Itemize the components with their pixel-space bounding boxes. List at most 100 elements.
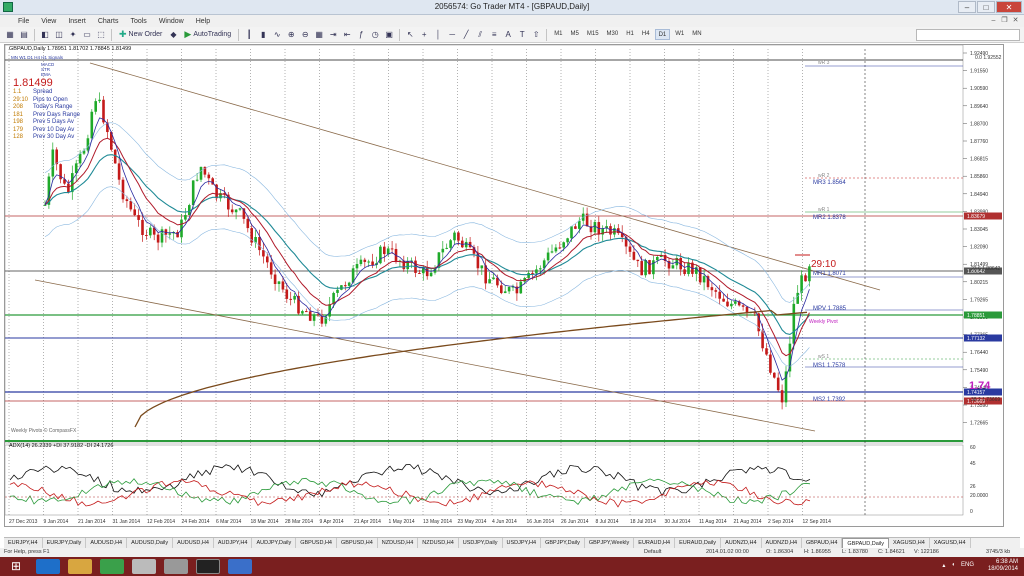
level-weekly-pivot: Weekly Pivot xyxy=(809,319,838,325)
autotrading-button[interactable]: ▶ AutoTrading xyxy=(181,29,234,41)
chart-tab[interactable]: AUDUSD,Daily xyxy=(127,538,174,548)
tf-m1[interactable]: M1 xyxy=(551,29,565,40)
label-tool-icon[interactable]: T xyxy=(516,29,528,41)
chrome-icon[interactable] xyxy=(100,559,124,574)
menu-charts[interactable]: Charts xyxy=(98,18,119,25)
chart-tab[interactable]: AUDNZD,H4 xyxy=(761,538,803,548)
tf-h4[interactable]: H4 xyxy=(639,29,653,40)
templates-icon[interactable]: ▣ xyxy=(383,29,395,41)
chart-window[interactable]: 27 Dec 2013 9 Jan 2014 21 Jan 2014 31 Jan 2… xyxy=(4,44,1004,527)
metaeditor-icon[interactable]: ◆ xyxy=(167,29,179,41)
mdi-minimize-button[interactable]: – xyxy=(989,16,998,25)
auto-scroll-icon[interactable]: ⇥ xyxy=(327,29,339,41)
explorer-icon[interactable] xyxy=(68,559,92,574)
candle-body xyxy=(78,153,82,164)
app-icon[interactable] xyxy=(132,559,156,574)
mdi-close-button[interactable]: ✕ xyxy=(1011,16,1020,25)
candle-body xyxy=(418,272,421,274)
chart-tab[interactable]: XAGUSD,H4 xyxy=(929,538,971,548)
network-icon[interactable]: ▴ xyxy=(942,562,945,569)
crosshair-icon[interactable]: + xyxy=(418,29,430,41)
mdi-restore-button[interactable]: ❐ xyxy=(1000,16,1009,25)
start-button[interactable]: ⊞ xyxy=(4,559,28,574)
tile-windows-icon[interactable]: ▦ xyxy=(313,29,325,41)
profiles-icon[interactable]: ▤ xyxy=(18,29,30,41)
chart-tab[interactable]: NZDUSD,H4 xyxy=(377,538,419,548)
menu-file[interactable]: File xyxy=(18,18,29,25)
chart-tab[interactable]: GBPUSD,H4 xyxy=(337,538,378,548)
chart-tab[interactable]: XAGUSD,H4 xyxy=(889,538,930,548)
minimize-button[interactable]: – xyxy=(958,1,976,13)
chart-tab[interactable]: EURAUD,Daily xyxy=(675,538,722,548)
cursor-icon[interactable]: ↖ xyxy=(404,29,416,41)
chart-tab[interactable]: GBPAUD,H4 xyxy=(802,538,843,548)
volume-icon[interactable]: ◖ xyxy=(951,562,955,569)
clock[interactable]: 6:38 AM 18/09/2014 xyxy=(988,559,1018,573)
line-chart-icon[interactable]: ∿ xyxy=(271,29,283,41)
text-tool-icon[interactable]: A xyxy=(502,29,514,41)
metatrader-icon[interactable] xyxy=(196,559,220,574)
menu-view[interactable]: View xyxy=(41,18,56,25)
zoom-out-icon[interactable]: ⊖ xyxy=(299,29,311,41)
tf-h1[interactable]: H1 xyxy=(623,29,637,40)
tf-m30[interactable]: M30 xyxy=(604,29,622,40)
menu-help[interactable]: Help xyxy=(196,18,210,25)
chart-tab[interactable]: EURAUD,H4 xyxy=(634,538,676,548)
chart-shift-icon[interactable]: ⇤ xyxy=(341,29,353,41)
candle-body xyxy=(273,274,277,284)
chart-tab[interactable]: USDJPY,Daily xyxy=(458,538,503,548)
terminal-icon[interactable]: ▭ xyxy=(81,29,93,41)
bar-chart-icon[interactable]: ┃ xyxy=(243,29,255,41)
menu-insert[interactable]: Insert xyxy=(68,18,86,25)
fibonacci-icon[interactable]: ≡ xyxy=(488,29,500,41)
tf-d1[interactable]: D1 xyxy=(654,29,671,40)
status-profile[interactable]: Default xyxy=(644,549,661,555)
navigator-icon[interactable]: ✦ xyxy=(67,29,79,41)
menu-window[interactable]: Window xyxy=(159,18,184,25)
chart-tab[interactable]: GBPJPY,Weekly xyxy=(584,538,635,548)
language-indicator[interactable]: ENG xyxy=(961,562,974,569)
candle-body xyxy=(531,272,534,274)
app-icon[interactable] xyxy=(164,559,188,574)
chart-tab[interactable]: AUDUSD,H4 xyxy=(173,538,214,548)
zoom-in-icon[interactable]: ⊕ xyxy=(285,29,297,41)
chart-tab[interactable]: USDJPY,H4 xyxy=(502,538,542,548)
search-input[interactable] xyxy=(916,29,1020,41)
ie-icon[interactable] xyxy=(36,559,60,574)
arrows-tool-icon[interactable]: ⇧ xyxy=(530,29,542,41)
chart-tab[interactable]: GBPUSD,H4 xyxy=(296,538,337,548)
market-watch-icon[interactable]: ◧ xyxy=(39,29,51,41)
chart-tab[interactable]: AUDJPY,H4 xyxy=(213,538,253,548)
menu-tools[interactable]: Tools xyxy=(130,18,146,25)
y-tick-label: 1.90590 xyxy=(970,86,988,92)
vertical-line-icon[interactable]: │ xyxy=(432,29,444,41)
tf-w1[interactable]: W1 xyxy=(672,29,687,40)
close-button[interactable]: ✕ xyxy=(996,1,1022,13)
maximize-button[interactable]: □ xyxy=(977,1,995,13)
chart-tab[interactable]: GBPJPY,Daily xyxy=(541,538,585,548)
chart-tab[interactable]: NZDUSD,H4 xyxy=(418,538,459,548)
chart-tab[interactable]: AUDNZD,H4 xyxy=(721,538,762,548)
indicators-icon[interactable]: ƒ xyxy=(355,29,367,41)
tf-m15[interactable]: M15 xyxy=(584,29,602,40)
new-order-button[interactable]: ✚ New Order xyxy=(116,29,165,41)
chart-tab[interactable]: EURJPY,H4 xyxy=(4,538,43,548)
app-icon[interactable] xyxy=(228,559,252,574)
new-chart-icon[interactable]: ▦ xyxy=(4,29,16,41)
candlestick-icon[interactable]: ▮ xyxy=(257,29,269,41)
tf-m5[interactable]: M5 xyxy=(568,29,582,40)
strategy-tester-icon[interactable]: ⬚ xyxy=(95,29,107,41)
chart-tab[interactable]: AUDJPY,Daily xyxy=(252,538,297,548)
candle-body xyxy=(71,173,74,193)
channel-icon[interactable]: ⫽ xyxy=(474,29,486,41)
chart-tab[interactable]: AUDUSD,H4 xyxy=(86,538,128,548)
price-chart[interactable]: 27 Dec 2013 9 Jan 2014 21 Jan 2014 31 Jan 2… xyxy=(5,45,1005,528)
chart-tab[interactable]: GBPAUD,Daily xyxy=(842,538,889,548)
data-window-icon[interactable]: ◫ xyxy=(53,29,65,41)
horizontal-line-icon[interactable]: ─ xyxy=(446,29,458,41)
chart-tab[interactable]: EURJPY,Daily xyxy=(42,538,87,548)
tf-mn[interactable]: MN xyxy=(689,29,704,40)
trendline-icon[interactable]: ╱ xyxy=(460,29,472,41)
system-tray: ▴ ◖ ENG xyxy=(942,562,974,569)
periods-icon[interactable]: ◷ xyxy=(369,29,381,41)
